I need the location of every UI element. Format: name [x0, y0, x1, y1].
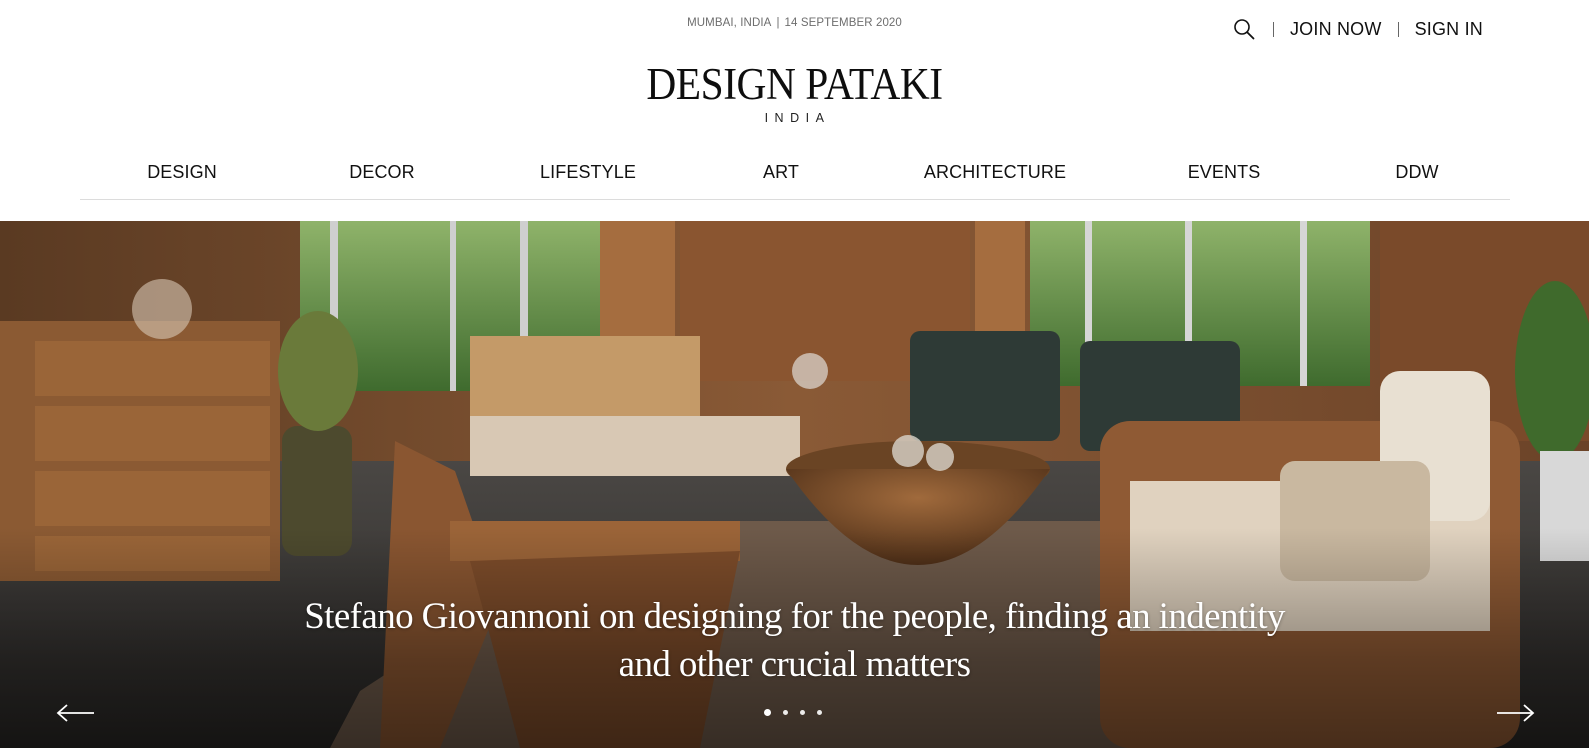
nav-item-lifestyle[interactable]: LIFESTYLE — [540, 162, 636, 183]
carousel-dot[interactable] — [800, 710, 805, 715]
nav-item-decor[interactable]: DECOR — [349, 162, 415, 183]
nav-item-ddw[interactable]: DDW — [1395, 162, 1438, 183]
join-now-link[interactable]: JOIN NOW — [1290, 19, 1382, 40]
hero-carousel: Stefano Giovannoni on designing for the … — [0, 221, 1589, 748]
search-icon[interactable] — [1231, 16, 1257, 42]
hero-headline[interactable]: Stefano Giovannoni on designing for the … — [0, 593, 1589, 689]
arrow-right-icon[interactable] — [1495, 703, 1535, 723]
logo-subtitle: INDIA — [764, 111, 831, 125]
arrow-left-icon[interactable] — [56, 703, 96, 723]
utility-divider — [1272, 21, 1274, 37]
nav-item-design[interactable]: DESIGN — [147, 162, 217, 183]
site-logo[interactable]: DESIGN PATAKI INDIA — [0, 59, 1589, 126]
logo-wordmark: DESIGN PATAKI — [646, 59, 943, 109]
date-text: 14 SEPTEMBER 2020 — [784, 17, 902, 29]
dateline-separator: | — [776, 17, 780, 29]
carousel-dot[interactable] — [783, 710, 788, 715]
hero-headline-line: and other crucial matters — [618, 644, 971, 685]
location-text: MUMBAI, INDIA — [687, 17, 772, 29]
utility-bar: JOIN NOW SIGN IN — [1231, 16, 1483, 42]
hero-headline-line: Stefano Giovannoni on designing for the … — [304, 596, 1285, 637]
main-nav: DESIGN DECOR LIFESTYLE ART ARCHITECTURE … — [80, 152, 1510, 200]
carousel-dot-active[interactable] — [764, 709, 771, 716]
nav-item-architecture[interactable]: ARCHITECTURE — [924, 162, 1066, 183]
site-header: MUMBAI, INDIA | 14 SEPTEMBER 2020 JOIN NOW… — [0, 0, 1589, 221]
sign-in-link[interactable]: SIGN IN — [1415, 19, 1483, 40]
nav-item-art[interactable]: ART — [763, 162, 799, 183]
carousel-dot[interactable] — [817, 710, 822, 715]
nav-item-events[interactable]: EVENTS — [1188, 162, 1261, 183]
carousel-pagination — [764, 709, 834, 716]
utility-divider — [1397, 21, 1399, 37]
